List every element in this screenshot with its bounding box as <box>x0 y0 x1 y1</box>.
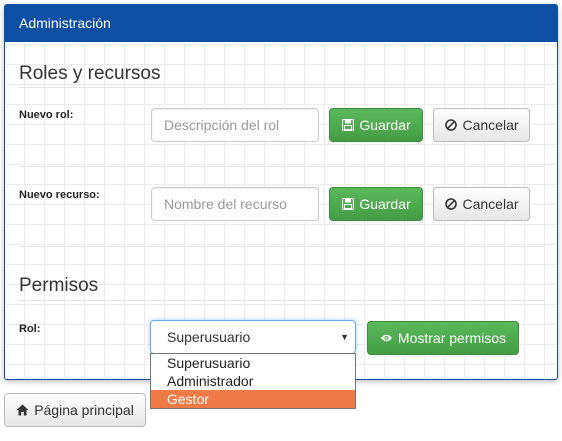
panel-heading: Administración <box>5 5 557 42</box>
new-role-label: Nuevo rol: <box>19 109 74 121</box>
cancel-resource-button-label: Cancelar <box>462 196 519 212</box>
role-option-administrador[interactable]: Administrador <box>151 372 355 390</box>
role-select-value: Superusuario <box>167 329 251 345</box>
roles-section-divider <box>19 87 545 88</box>
eye-icon <box>380 332 393 345</box>
permissions-section-title: Permisos <box>19 275 99 296</box>
role-option-gestor[interactable]: Gestor <box>151 390 355 408</box>
show-permissions-button[interactable]: Mostrar permisos <box>367 321 519 355</box>
save-role-button[interactable]: Guardar <box>329 108 423 142</box>
cancel-role-button[interactable]: Cancelar <box>433 108 530 142</box>
resource-name-input[interactable] <box>151 187 319 221</box>
new-resource-label: Nuevo recurso: <box>19 189 100 201</box>
home-page-button-label: Página principal <box>34 402 134 418</box>
floppy-disk-icon <box>341 119 354 132</box>
role-option-superusuario[interactable]: Superusuario <box>151 354 355 372</box>
role-label: Rol: <box>19 323 41 335</box>
save-role-button-label: Guardar <box>359 117 411 133</box>
home-page-button[interactable]: Página principal <box>4 393 146 427</box>
save-resource-button-label: Guardar <box>359 196 411 212</box>
ban-icon <box>444 119 457 132</box>
permissions-section-divider <box>19 300 545 301</box>
save-resource-button[interactable]: Guardar <box>329 187 423 221</box>
caret-down-icon: ▼ <box>340 332 349 342</box>
cancel-resource-button[interactable]: Cancelar <box>433 187 530 221</box>
ban-icon <box>444 198 457 211</box>
roles-section-title: Roles y recursos <box>19 63 161 84</box>
floppy-disk-icon <box>341 198 354 211</box>
show-permissions-button-label: Mostrar permisos <box>397 330 507 346</box>
role-row-divider <box>19 166 545 167</box>
cancel-role-button-label: Cancelar <box>462 117 519 133</box>
home-icon <box>16 404 29 417</box>
resource-row-divider <box>19 246 545 247</box>
role-select[interactable]: Superusuario ▼ <box>150 320 356 354</box>
role-description-input[interactable] <box>151 108 319 142</box>
role-dropdown-list: Superusuario Administrador Gestor <box>150 353 356 409</box>
